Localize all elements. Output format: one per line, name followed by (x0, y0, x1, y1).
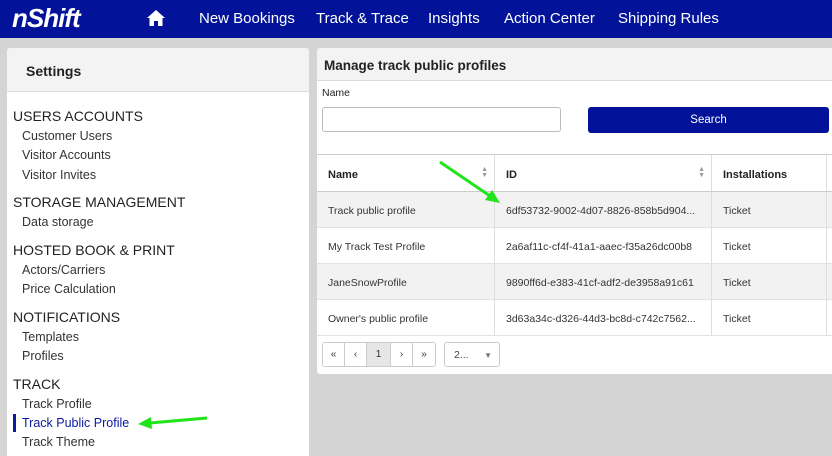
sidebar-item-track-public-profile[interactable]: Track Public Profile (22, 416, 129, 430)
chevron-down-icon: ▼ (484, 351, 492, 360)
cell-installations: Ticket (712, 300, 827, 335)
sidebar-item-track-theme[interactable]: Track Theme (22, 435, 95, 449)
pagination: « ‹ 1 › » (322, 342, 436, 367)
cell-id: 3d63a34c-d326-44d3-bc8d-c742c7562... (495, 300, 712, 335)
name-filter-label: Name (322, 87, 351, 99)
cell-name: JaneSnowProfile (317, 264, 495, 299)
top-navigation-bar: nShift New Bookings Track & Trace Insigh… (0, 0, 832, 38)
sidebar-item-data-storage[interactable]: Data storage (22, 215, 94, 229)
current-page-button[interactable]: 1 (367, 343, 391, 366)
active-indicator (13, 414, 16, 432)
sidebar-item-visitor-accounts[interactable]: Visitor Accounts (22, 148, 111, 162)
cell-id: 6df53732-9002-4d07-8826-858b5d904... (495, 192, 712, 227)
table-row[interactable]: JaneSnowProfile 9890ff6d-e383-41cf-adf2-… (317, 264, 832, 300)
page-size-value: 2... (454, 349, 469, 361)
column-header-label: Installations (723, 169, 788, 181)
home-icon[interactable] (146, 9, 166, 27)
group-notifications: NOTIFICATIONS (13, 309, 121, 325)
manage-profiles-panel: Manage track public profiles Name Search… (317, 48, 832, 374)
sidebar-item-customer-users[interactable]: Customer Users (22, 129, 112, 143)
last-page-button[interactable]: » (413, 343, 435, 366)
settings-sidebar: Settings USERS ACCOUNTS Customer Users V… (7, 48, 309, 456)
cell-installations: Ticket (712, 228, 827, 263)
cell-id: 9890ff6d-e383-41cf-adf2-de3958a91c61 (495, 264, 712, 299)
sidebar-item-actors-carriers[interactable]: Actors/Carriers (22, 263, 105, 277)
first-page-button[interactable]: « (323, 343, 345, 366)
table-row[interactable]: Track public profile 6df53732-9002-4d07-… (317, 192, 832, 228)
column-header-id[interactable]: ID ▲ ▼ (495, 155, 712, 191)
group-hosted-book-print: HOSTED BOOK & PRINT (13, 242, 175, 258)
cell-name: Owner's public profile (317, 300, 495, 335)
group-users-accounts: USERS ACCOUNTS (13, 108, 143, 124)
next-page-button[interactable]: › (391, 343, 413, 366)
cell-name: My Track Test Profile (317, 228, 495, 263)
group-track: TRACK (13, 376, 61, 392)
profiles-table: Name ▲ ▼ ID ▲ ▼ Installations Track public… (317, 154, 832, 336)
settings-title: Settings (7, 48, 309, 92)
page-size-select[interactable]: 2... ▼ (444, 342, 500, 367)
nav-shipping-rules[interactable]: Shipping Rules (618, 10, 719, 27)
nav-insights[interactable]: Insights (428, 10, 480, 27)
table-row[interactable]: My Track Test Profile 2a6af11c-cf4f-41a1… (317, 228, 832, 264)
name-filter-input[interactable] (322, 107, 561, 132)
search-button[interactable]: Search (588, 107, 829, 133)
column-header-label: Name (328, 169, 358, 181)
nav-new-bookings[interactable]: New Bookings (199, 10, 295, 27)
column-header-installations[interactable]: Installations (712, 155, 827, 191)
column-header-name[interactable]: Name ▲ ▼ (317, 155, 495, 191)
cell-name: Track public profile (317, 192, 495, 227)
panel-title: Manage track public profiles (317, 48, 832, 81)
group-storage-management: STORAGE MANAGEMENT (13, 194, 186, 210)
cell-installations: Ticket (712, 192, 827, 227)
nav-track-trace[interactable]: Track & Trace (316, 10, 409, 27)
prev-page-button[interactable]: ‹ (345, 343, 367, 366)
table-header-row: Name ▲ ▼ ID ▲ ▼ Installations (317, 155, 832, 192)
table-row[interactable]: Owner's public profile 3d63a34c-d326-44d… (317, 300, 832, 336)
sidebar-item-templates[interactable]: Templates (22, 330, 79, 344)
nav-action-center[interactable]: Action Center (504, 10, 595, 27)
sidebar-item-price-calculation[interactable]: Price Calculation (22, 282, 116, 296)
sidebar-item-profiles[interactable]: Profiles (22, 349, 64, 363)
nshift-logo[interactable]: nShift (12, 3, 81, 34)
sort-icon[interactable]: ▲ ▼ (698, 166, 705, 179)
cell-installations: Ticket (712, 264, 827, 299)
sidebar-item-track-profile[interactable]: Track Profile (22, 397, 92, 411)
sort-icon[interactable]: ▲ ▼ (481, 166, 488, 179)
sidebar-item-visitor-invites[interactable]: Visitor Invites (22, 168, 96, 182)
column-header-label: ID (506, 169, 517, 181)
cell-id: 2a6af11c-cf4f-41a1-aaec-f35a26dc00b8 (495, 228, 712, 263)
